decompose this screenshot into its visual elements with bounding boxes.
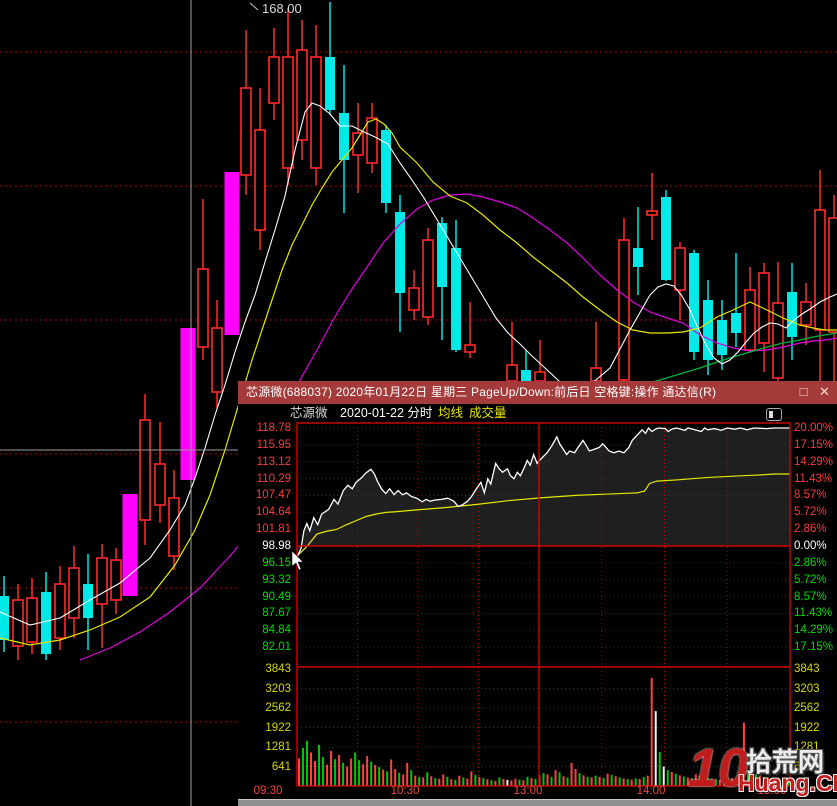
axis-label: 17.15%	[794, 438, 834, 451]
maximize-icon[interactable]: □	[796, 385, 811, 399]
popup-bottom-border	[238, 799, 837, 806]
axis-label: 8.57%	[794, 489, 827, 502]
time-label: 15:00	[757, 785, 787, 797]
time-label: 13:00	[513, 785, 543, 797]
ma-legend-label[interactable]: 均线	[438, 404, 463, 423]
axis-label: 2.86%	[794, 556, 827, 569]
axis-label: 118.78	[256, 421, 291, 434]
stock-name-label: 芯源微	[290, 406, 328, 420]
volume-legend-label[interactable]: 成交量	[469, 404, 507, 423]
axis-label: 3843	[794, 663, 820, 675]
axis-label: 2562	[794, 702, 820, 714]
axis-label: 2.86%	[794, 523, 827, 536]
axis-label: 113.12	[256, 455, 291, 468]
time-label: 10:30	[390, 785, 420, 797]
popup-header: 芯源微 2020-01-22 分时 均线 成交量	[238, 404, 837, 422]
axis-label: 14.29%	[794, 455, 834, 468]
axis-label: 17.15%	[794, 641, 834, 654]
axis-label: 8.57%	[794, 590, 827, 603]
popup-title: 芯源微(688037) 2020年01月22日 星期三 PageUp/Down:…	[246, 385, 717, 399]
axis-label: 3203	[265, 682, 291, 695]
axis-label: 1281	[265, 741, 291, 753]
axis-label: 107.47	[255, 489, 291, 502]
high-price-annotation: 168.00	[262, 1, 302, 16]
axis-label: 2562	[265, 702, 291, 714]
axis-label: 1922	[265, 721, 291, 734]
axis-label: 98.98	[262, 540, 291, 552]
time-label: 09:30	[253, 785, 283, 797]
axis-label: 3203	[794, 682, 820, 695]
axis-label: 14.29%	[794, 624, 834, 637]
axis-label: 101.81	[255, 523, 291, 536]
intraday-minute-chart[interactable]	[238, 381, 837, 806]
tdx-screen: 168.00 芯源微(688037) 2020年01月22日 星期三 PageU…	[0, 0, 837, 806]
axis-label: 20.00%	[794, 421, 834, 434]
axis-label: 641	[271, 760, 291, 773]
axis-label: 115.95	[256, 438, 291, 451]
close-icon[interactable]: ✕	[817, 385, 832, 399]
axis-label: 82.01	[262, 641, 291, 654]
axis-label: 11.43%	[794, 607, 833, 620]
panel-toggle-icon[interactable]	[766, 408, 782, 421]
axis-label: 87.67	[262, 607, 291, 620]
axis-label: 641	[794, 760, 814, 773]
popup-titlebar[interactable]: 芯源微(688037) 2020年01月22日 星期三 PageUp/Down:…	[238, 381, 837, 404]
axis-label: 11.43%	[794, 472, 833, 485]
axis-label: 96.15	[262, 556, 291, 569]
axis-label: 5.72%	[794, 573, 827, 586]
axis-label: 1922	[794, 721, 820, 734]
time-label: 14:00	[636, 785, 666, 797]
axis-label: 1281	[794, 741, 820, 753]
axis-label: 5.72%	[794, 506, 827, 519]
axis-label: 93.32	[262, 573, 291, 586]
axis-label: 110.29	[256, 472, 291, 485]
axis-label: 0.00%	[794, 540, 827, 552]
intraday-popup-window: 芯源微(688037) 2020年01月22日 星期三 PageUp/Down:…	[238, 381, 837, 806]
axis-label: 90.49	[262, 590, 291, 603]
axis-label: 84.84	[262, 624, 291, 637]
axis-label: 104.64	[255, 506, 291, 519]
axis-label: 3843	[265, 663, 291, 675]
session-date-label: 2020-01-22 分时	[340, 406, 433, 420]
